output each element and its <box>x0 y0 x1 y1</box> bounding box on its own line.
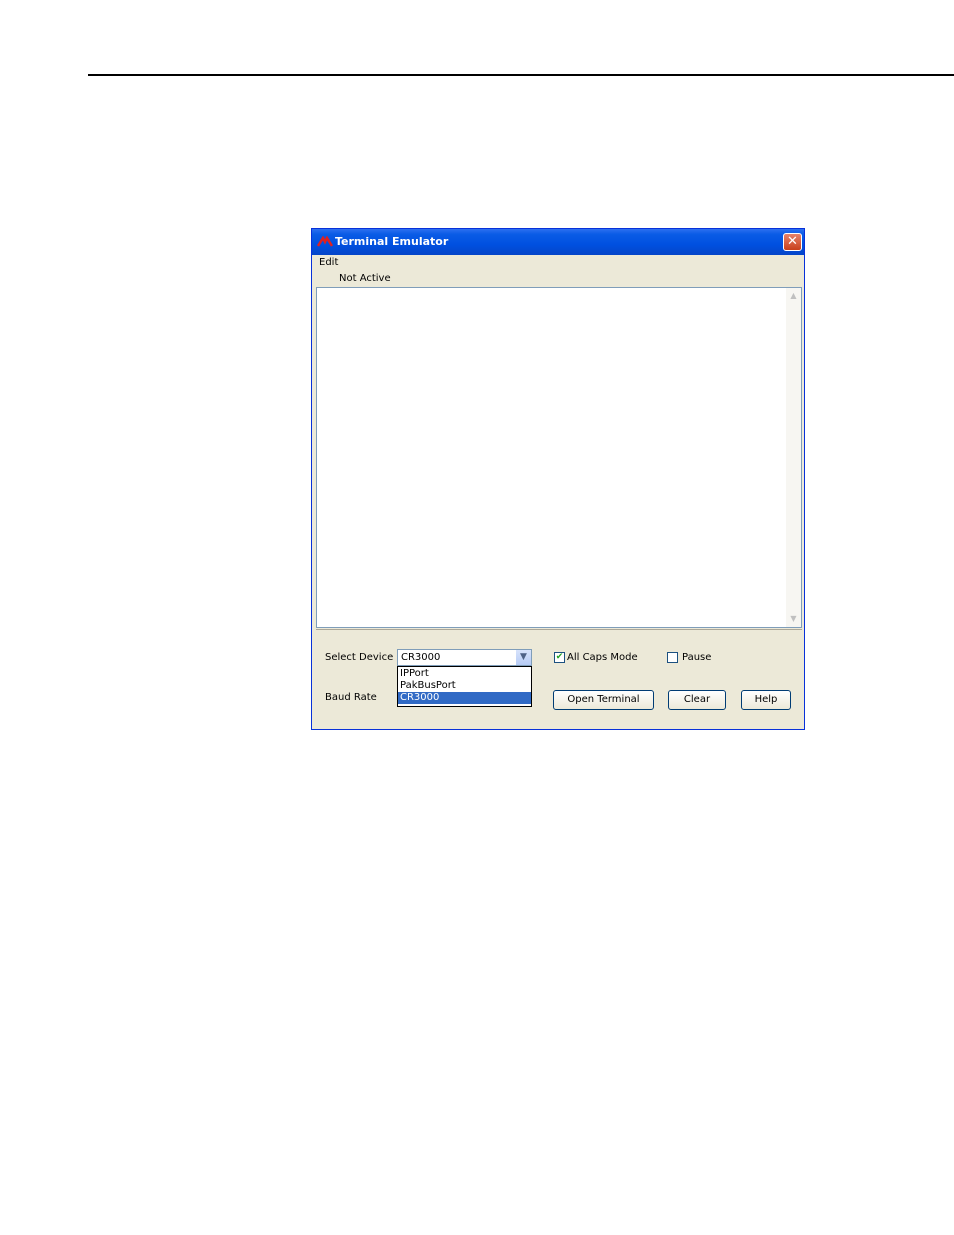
baud-rate-label: Baud Rate <box>325 692 377 703</box>
device-dropdown-list: IPPort PakBusPort CR3000 <box>397 666 532 707</box>
device-option-pakbusport[interactable]: PakBusPort <box>398 680 531 692</box>
all-caps-checkbox[interactable]: ✔ <box>554 652 565 663</box>
all-caps-label: All Caps Mode <box>567 652 638 663</box>
window-title: Terminal Emulator <box>335 235 449 248</box>
help-button[interactable]: Help <box>741 690 791 710</box>
device-select-value: CR3000 <box>401 652 441 663</box>
app-icon <box>317 236 333 247</box>
controls-panel: Select Device CR3000 ▼ IPPort PakBusPort… <box>316 629 802 726</box>
select-device-label: Select Device <box>325 652 394 663</box>
pause-label: Pause <box>682 652 712 663</box>
open-terminal-button[interactable]: Open Terminal <box>553 690 654 710</box>
menu-edit[interactable]: Edit <box>319 257 338 268</box>
device-select[interactable]: CR3000 ▼ <box>397 649 532 666</box>
scroll-down-icon[interactable]: ▼ <box>787 612 800 626</box>
close-button[interactable]: ✕ <box>783 233 802 251</box>
device-option-cr3000[interactable]: CR3000 <box>398 692 531 704</box>
vertical-scrollbar[interactable]: ▲ ▼ <box>786 288 801 627</box>
connection-status: Not Active <box>339 273 391 284</box>
device-option-ipport[interactable]: IPPort <box>398 668 531 680</box>
scroll-up-icon[interactable]: ▲ <box>787 289 800 303</box>
terminal-emulator-window: Terminal Emulator ✕ Edit Not Active ▲ ▼ … <box>311 228 805 730</box>
terminal-output-area[interactable]: ▲ ▼ <box>316 287 802 628</box>
chevron-down-icon[interactable]: ▼ <box>516 650 531 665</box>
title-bar[interactable]: Terminal Emulator ✕ <box>312 229 804 255</box>
pause-checkbox[interactable] <box>667 652 678 663</box>
page-header-rule <box>88 74 954 76</box>
checkmark-icon: ✔ <box>555 652 564 662</box>
clear-button[interactable]: Clear <box>668 690 726 710</box>
